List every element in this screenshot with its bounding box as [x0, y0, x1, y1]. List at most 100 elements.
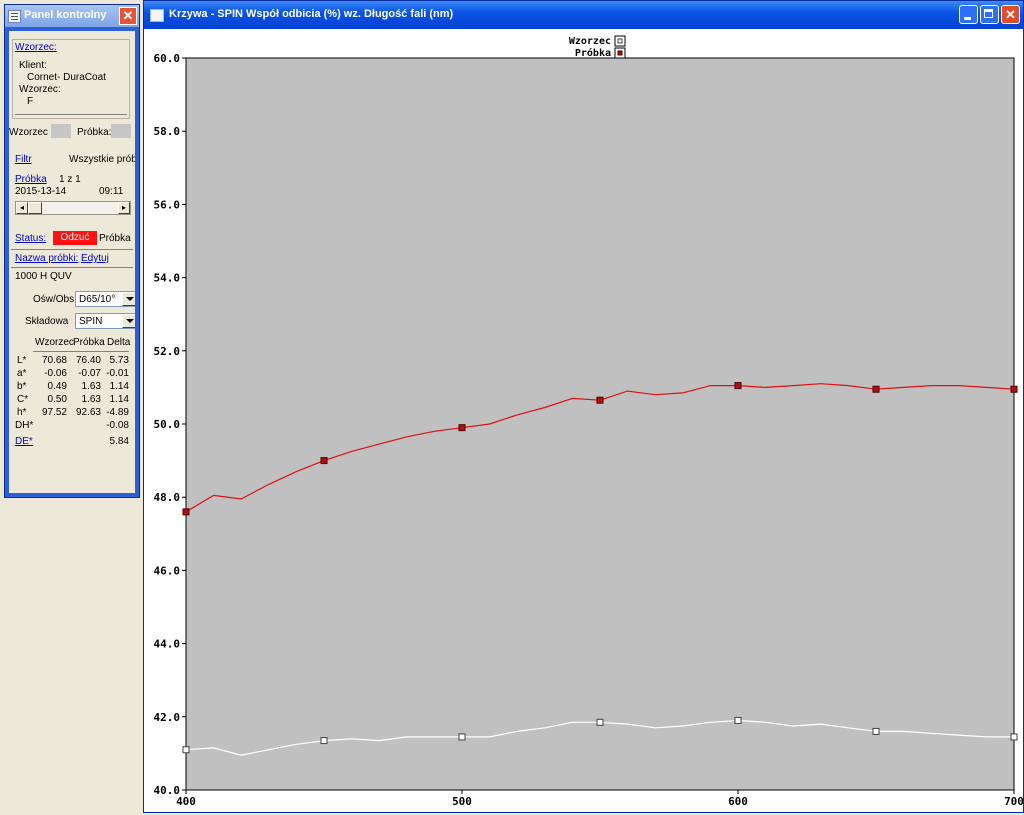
status-link[interactable]: Status: [15, 233, 46, 244]
sample-name: 1000 H QUV [15, 271, 72, 282]
probka-link[interactable]: Próbka [15, 174, 47, 185]
data-point-wzorzec [1010, 733, 1018, 741]
data-point-probka [872, 385, 880, 393]
probka-counter: 1 z 1 [59, 174, 81, 185]
row-label: DH* [15, 420, 34, 431]
y-tick-label: 50.0 [154, 418, 181, 431]
filtr-value: Wszystkie próbki [69, 154, 135, 165]
cell-probka: 1.63 [81, 381, 101, 392]
chevron-down-icon[interactable] [122, 314, 135, 328]
data-point-probka [734, 382, 742, 390]
table-header-probka: Próbka [73, 337, 105, 348]
skladowa-select[interactable]: SPIN [75, 313, 135, 329]
y-tick-label: 60.0 [154, 52, 181, 65]
control-panel-body: Wzorzec: Klient: Cornet- DuraCoat Wzorze… [9, 31, 135, 493]
close-icon[interactable]: ✕ [1001, 5, 1020, 24]
cell-delta: -0.01 [106, 368, 129, 379]
data-point-probka [182, 508, 190, 516]
y-tick-label: 48.0 [154, 491, 181, 504]
scroll-right-icon[interactable]: ▸ [118, 202, 130, 214]
reflectance-chart: 40.042.044.046.048.050.052.054.056.058.0… [154, 35, 1024, 808]
chart-window-title: Krzywa - SPIN Współ odbicia (%) wz. Dług… [169, 8, 454, 20]
chart-area[interactable]: 40.0 42.0 44.0 46.0 48.0 50.0 52.0 54.0 56.0 58.0… [144, 29, 1024, 812]
data-point-probka [1010, 385, 1018, 393]
cell-probka: 76.40 [75, 355, 101, 366]
data-point-wzorzec [734, 716, 742, 724]
table-header-delta: Delta [107, 337, 131, 348]
maximize-icon[interactable] [980, 5, 999, 24]
control-panel-titlebar[interactable]: Panel kontrolny ✕ [5, 5, 139, 27]
panel-window-icon [8, 10, 21, 23]
chart-window-titlebar[interactable]: Krzywa - SPIN Współ odbicia (%) wz. Dług… [144, 1, 1023, 29]
row-label: C* [17, 394, 29, 405]
y-tick-label: 54.0 [154, 272, 181, 285]
wzorzec-value: F [27, 96, 34, 107]
x-tick-label: 600 [728, 795, 748, 808]
wzorzec-link[interactable]: Wzorzec: [15, 42, 57, 53]
scroll-left-icon[interactable]: ◂ [16, 202, 28, 214]
legend-marker-icon [617, 50, 623, 56]
nazwa-probki-link[interactable]: Nazwa próbki: [15, 253, 78, 264]
row-label: b* [17, 381, 27, 392]
data-point-wzorzec [182, 746, 190, 754]
data-point-probka [458, 424, 466, 432]
cell-probka: 92.63 [75, 407, 101, 418]
scroll-thumb[interactable] [28, 202, 42, 214]
status-after-label: Próbka [99, 233, 131, 244]
data-point-probka [596, 396, 604, 404]
legend-marker-icon [617, 38, 623, 44]
sample-time: 09:11 [99, 186, 124, 197]
klient-label: Klient: [19, 60, 47, 71]
chart-window: Krzywa - SPIN Współ odbicia (%) wz. Dług… [143, 0, 1024, 813]
wzorzec-label: Wzorzec: [19, 84, 61, 95]
de-link[interactable]: DE* [15, 436, 33, 447]
cell-probka: 1.63 [81, 394, 101, 405]
edytuj-link[interactable]: Edytuj [81, 253, 109, 264]
wzorzec-swatch-label: Wzorzec [9, 127, 48, 138]
cell-delta: 1.14 [109, 381, 129, 392]
y-tick-label: 44.0 [154, 638, 181, 651]
data-point-wzorzec [872, 727, 880, 735]
x-tick-label: 400 [176, 795, 196, 808]
illuminant-value: D65/10° [79, 294, 116, 305]
divider [11, 267, 133, 268]
status-badge[interactable]: Odzuć [53, 231, 97, 245]
skladowa-value: SPIN [79, 316, 103, 327]
legend-label: Próbka [575, 47, 611, 59]
cell-delta: -4.89 [106, 407, 129, 418]
y-tick-label: 42.0 [154, 711, 181, 724]
probka-color-swatch [111, 124, 131, 138]
data-point-wzorzec [320, 737, 328, 745]
cell-delta: 5.73 [109, 355, 129, 366]
illuminant-select[interactable]: D65/10° [75, 291, 135, 307]
klient-value: Cornet- DuraCoat [27, 72, 106, 83]
legend-label: Wzorzec [569, 36, 611, 47]
row-label: h* [17, 407, 27, 418]
de-value: 5.84 [109, 436, 129, 447]
cell-wzorzec: 0.49 [47, 381, 67, 392]
wzorzec-color-swatch [51, 124, 71, 138]
wzorzec-group: Wzorzec: Klient: Cornet- DuraCoat Wzorze… [12, 39, 130, 119]
cell-delta: -0.08 [106, 420, 129, 431]
divider [33, 351, 129, 352]
cell-delta: 1.14 [109, 394, 129, 405]
row-label: L* [17, 355, 27, 366]
data-point-wzorzec [458, 733, 466, 741]
row-label: a* [17, 368, 27, 379]
close-icon[interactable]: ✕ [119, 7, 137, 25]
cell-probka: -0.07 [78, 368, 101, 379]
data-point-probka [320, 457, 328, 465]
sample-scrollbar[interactable]: ◂ ▸ [15, 201, 131, 215]
chevron-down-icon[interactable] [122, 292, 135, 306]
plot-background [185, 57, 1015, 791]
minimize-icon[interactable] [959, 5, 978, 24]
control-panel-window: Panel kontrolny ✕ Wzorzec: Klient: Corne… [4, 4, 140, 498]
cell-wzorzec: 70.68 [41, 355, 67, 366]
divider [15, 114, 127, 115]
control-panel-title: Panel kontrolny [24, 9, 107, 21]
filtr-link[interactable]: Filtr [15, 154, 32, 165]
probka-swatch-label: Próbka: [77, 127, 112, 138]
chart-window-icon [150, 9, 164, 22]
divider [11, 249, 133, 250]
table-header-wzorzec: Wzorzec [35, 337, 74, 348]
